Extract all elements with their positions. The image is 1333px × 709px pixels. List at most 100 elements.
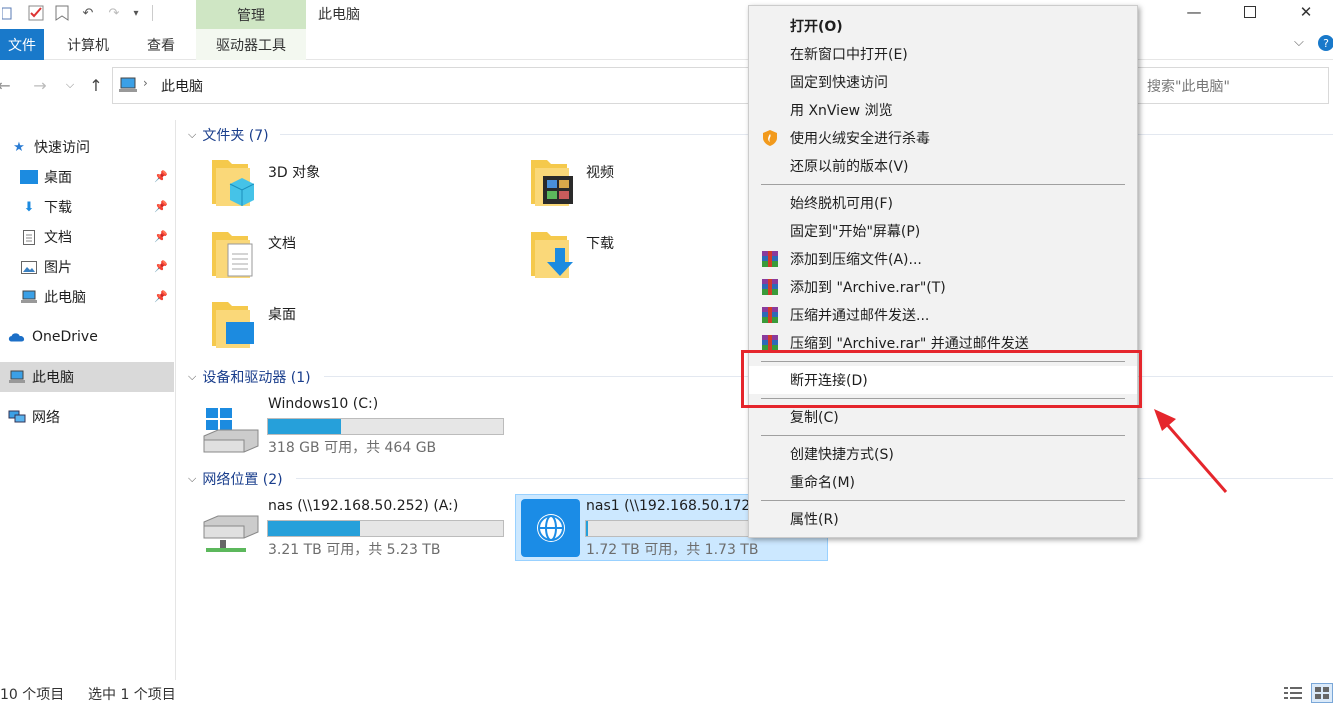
tab-computer[interactable]: 计算机 bbox=[52, 29, 124, 60]
computer-icon bbox=[8, 369, 26, 385]
toolbar-divider bbox=[152, 5, 153, 21]
computer-icon bbox=[118, 76, 138, 98]
menu-item-xnview-browse[interactable]: 用 XnView 浏览 bbox=[749, 96, 1137, 124]
menu-item-huorong-scan[interactable]: 使用火绒安全进行杀毒 bbox=[749, 124, 1137, 152]
breadcrumb[interactable]: 此电脑 bbox=[161, 76, 203, 96]
address-bar[interactable] bbox=[112, 67, 752, 104]
maximize-button[interactable] bbox=[1222, 0, 1278, 24]
network-drive-icon[interactable] bbox=[202, 510, 260, 562]
videos-folder-icon[interactable] bbox=[527, 156, 573, 212]
sidebar-item-pictures[interactable]: 图片 📌 bbox=[0, 252, 174, 282]
desktop-folder-icon[interactable] bbox=[208, 298, 256, 354]
shield-icon bbox=[761, 129, 779, 147]
sidebar-item-documents[interactable]: 文档 📌 bbox=[0, 222, 174, 252]
forward-button: → bbox=[33, 75, 47, 95]
menu-item-pin-quick-access[interactable]: 固定到快速访问 bbox=[749, 68, 1137, 96]
annotation-highlight-box bbox=[741, 350, 1142, 408]
documents-folder-icon[interactable] bbox=[208, 228, 254, 284]
new-folder-icon[interactable] bbox=[54, 4, 70, 22]
menu-item-add-archive-rar[interactable]: 添加到 "Archive.rar"(T) bbox=[749, 273, 1137, 301]
tab-drive-tools[interactable]: 驱动器工具 bbox=[196, 29, 306, 60]
menu-item-always-offline[interactable]: 始终脱机可用(F) bbox=[749, 189, 1137, 217]
computer-icon bbox=[20, 289, 38, 305]
drive-usage-fill bbox=[586, 521, 589, 536]
chevron-down-icon: ⌵ bbox=[188, 128, 197, 141]
sidebar-item-network[interactable]: 网络 bbox=[0, 402, 174, 432]
sidebar-item-downloads[interactable]: ⬇ 下载 📌 bbox=[0, 192, 174, 222]
recent-locations-icon[interactable]: ⌵ bbox=[60, 72, 80, 98]
menu-separator bbox=[761, 184, 1125, 185]
close-button[interactable]: ✕ bbox=[1278, 0, 1333, 24]
back-button[interactable]: ← bbox=[0, 72, 14, 98]
undo-icon[interactable]: ↶ bbox=[80, 4, 96, 22]
cloud-icon bbox=[8, 329, 26, 345]
folder-name[interactable]: 视频 bbox=[586, 162, 614, 182]
3d-objects-folder-icon[interactable] bbox=[208, 156, 255, 212]
pin-icon: 📌 bbox=[154, 170, 168, 183]
properties-icon[interactable] bbox=[28, 4, 44, 22]
winrar-icon bbox=[761, 278, 779, 296]
menu-item-properties[interactable]: 属性(R) bbox=[749, 505, 1137, 533]
item-count: 10 个项目 bbox=[0, 687, 65, 703]
large-icons-view-icon[interactable] bbox=[1311, 683, 1333, 703]
downloads-folder-icon[interactable] bbox=[527, 228, 573, 284]
minimize-button[interactable]: — bbox=[1166, 0, 1222, 24]
chevron-down-icon: ⌵ bbox=[188, 472, 197, 485]
drive-space-info: 318 GB 可用，共 464 GB bbox=[268, 440, 437, 456]
menu-item-add-archive[interactable]: 添加到压缩文件(A)... bbox=[749, 245, 1137, 273]
manage-tab-group: 管理 bbox=[196, 0, 306, 29]
drive-name[interactable]: nas (\\192.168.50.252) (A:) bbox=[268, 498, 458, 514]
drive-name[interactable]: nas1 (\\192.168.50.172 bbox=[586, 498, 750, 514]
windows-drive-icon[interactable] bbox=[202, 406, 260, 458]
drive-usage-fill bbox=[268, 521, 360, 536]
folder-name[interactable]: 文档 bbox=[268, 233, 296, 253]
group-header-network[interactable]: ⌵ 网络位置 (2) bbox=[188, 469, 283, 489]
drive-usage-bar bbox=[267, 520, 504, 537]
picture-icon bbox=[20, 259, 38, 275]
desktop-icon bbox=[20, 169, 38, 185]
customize-toolbar-icon[interactable]: ▾ bbox=[128, 4, 144, 22]
window-title: 此电脑 bbox=[318, 7, 360, 23]
pin-icon: 📌 bbox=[154, 200, 168, 213]
group-header-folders[interactable]: ⌵ 文件夹 (7) bbox=[188, 125, 269, 145]
folder-name[interactable]: 桌面 bbox=[268, 304, 296, 324]
group-header-devices[interactable]: ⌵ 设备和驱动器 (1) bbox=[188, 367, 311, 387]
tab-view[interactable]: 查看 bbox=[132, 29, 190, 60]
selected-count: 选中 1 个项目 bbox=[88, 687, 176, 703]
drive-space-info: 1.72 TB 可用，共 1.73 TB bbox=[586, 542, 759, 558]
sidebar-item-quick-access[interactable]: ★ 快速访问 bbox=[0, 132, 174, 162]
sidebar-item-onedrive[interactable]: OneDrive bbox=[0, 322, 174, 352]
redo-icon: ↷ bbox=[108, 5, 120, 21]
menu-item-compress-email[interactable]: 压缩并通过邮件发送... bbox=[749, 301, 1137, 329]
sidebar-item-desktop[interactable]: 桌面 📌 bbox=[0, 162, 174, 192]
explorer-icon[interactable] bbox=[0, 4, 16, 22]
status-bar bbox=[0, 680, 1333, 709]
winrar-icon bbox=[761, 250, 779, 268]
folder-name[interactable]: 下载 bbox=[586, 233, 614, 253]
sidebar-item-this-pc[interactable]: 此电脑 bbox=[0, 362, 174, 392]
help-icon[interactable]: ? bbox=[1318, 35, 1333, 51]
network-icon bbox=[8, 409, 26, 425]
folder-name[interactable]: 3D 对象 bbox=[268, 162, 320, 182]
breadcrumb-chevron-icon: › bbox=[143, 76, 148, 90]
download-icon: ⬇ bbox=[23, 199, 35, 215]
pin-icon: 📌 bbox=[154, 260, 168, 273]
menu-item-restore-versions[interactable]: 还原以前的版本(V) bbox=[749, 152, 1137, 180]
sidebar-item-this-pc-pinned[interactable]: 此电脑 📌 bbox=[0, 282, 174, 312]
menu-item-open[interactable]: 打开(O) bbox=[749, 12, 1137, 40]
pin-icon: 📌 bbox=[154, 230, 168, 243]
ribbon-expand-icon[interactable]: ⌵ bbox=[1294, 35, 1304, 50]
up-button[interactable]: ↑ bbox=[86, 72, 106, 98]
drive-usage-fill bbox=[268, 419, 341, 434]
context-menu: 打开(O) 在新窗口中打开(E) 固定到快速访问 用 XnView 浏览 使用火… bbox=[748, 5, 1138, 538]
tab-file[interactable]: 文件 bbox=[0, 29, 44, 60]
menu-separator bbox=[761, 435, 1125, 436]
menu-item-open-new-window[interactable]: 在新窗口中打开(E) bbox=[749, 40, 1137, 68]
search-input[interactable]: 搜索"此电脑" bbox=[1135, 67, 1329, 104]
star-icon: ★ bbox=[13, 139, 25, 155]
details-view-icon[interactable] bbox=[1284, 686, 1302, 704]
menu-item-rename[interactable]: 重命名(M) bbox=[749, 468, 1137, 496]
menu-item-pin-start[interactable]: 固定到"开始"屏幕(P) bbox=[749, 217, 1137, 245]
menu-item-create-shortcut[interactable]: 创建快捷方式(S) bbox=[749, 440, 1137, 468]
drive-name[interactable]: Windows10 (C:) bbox=[268, 396, 378, 412]
